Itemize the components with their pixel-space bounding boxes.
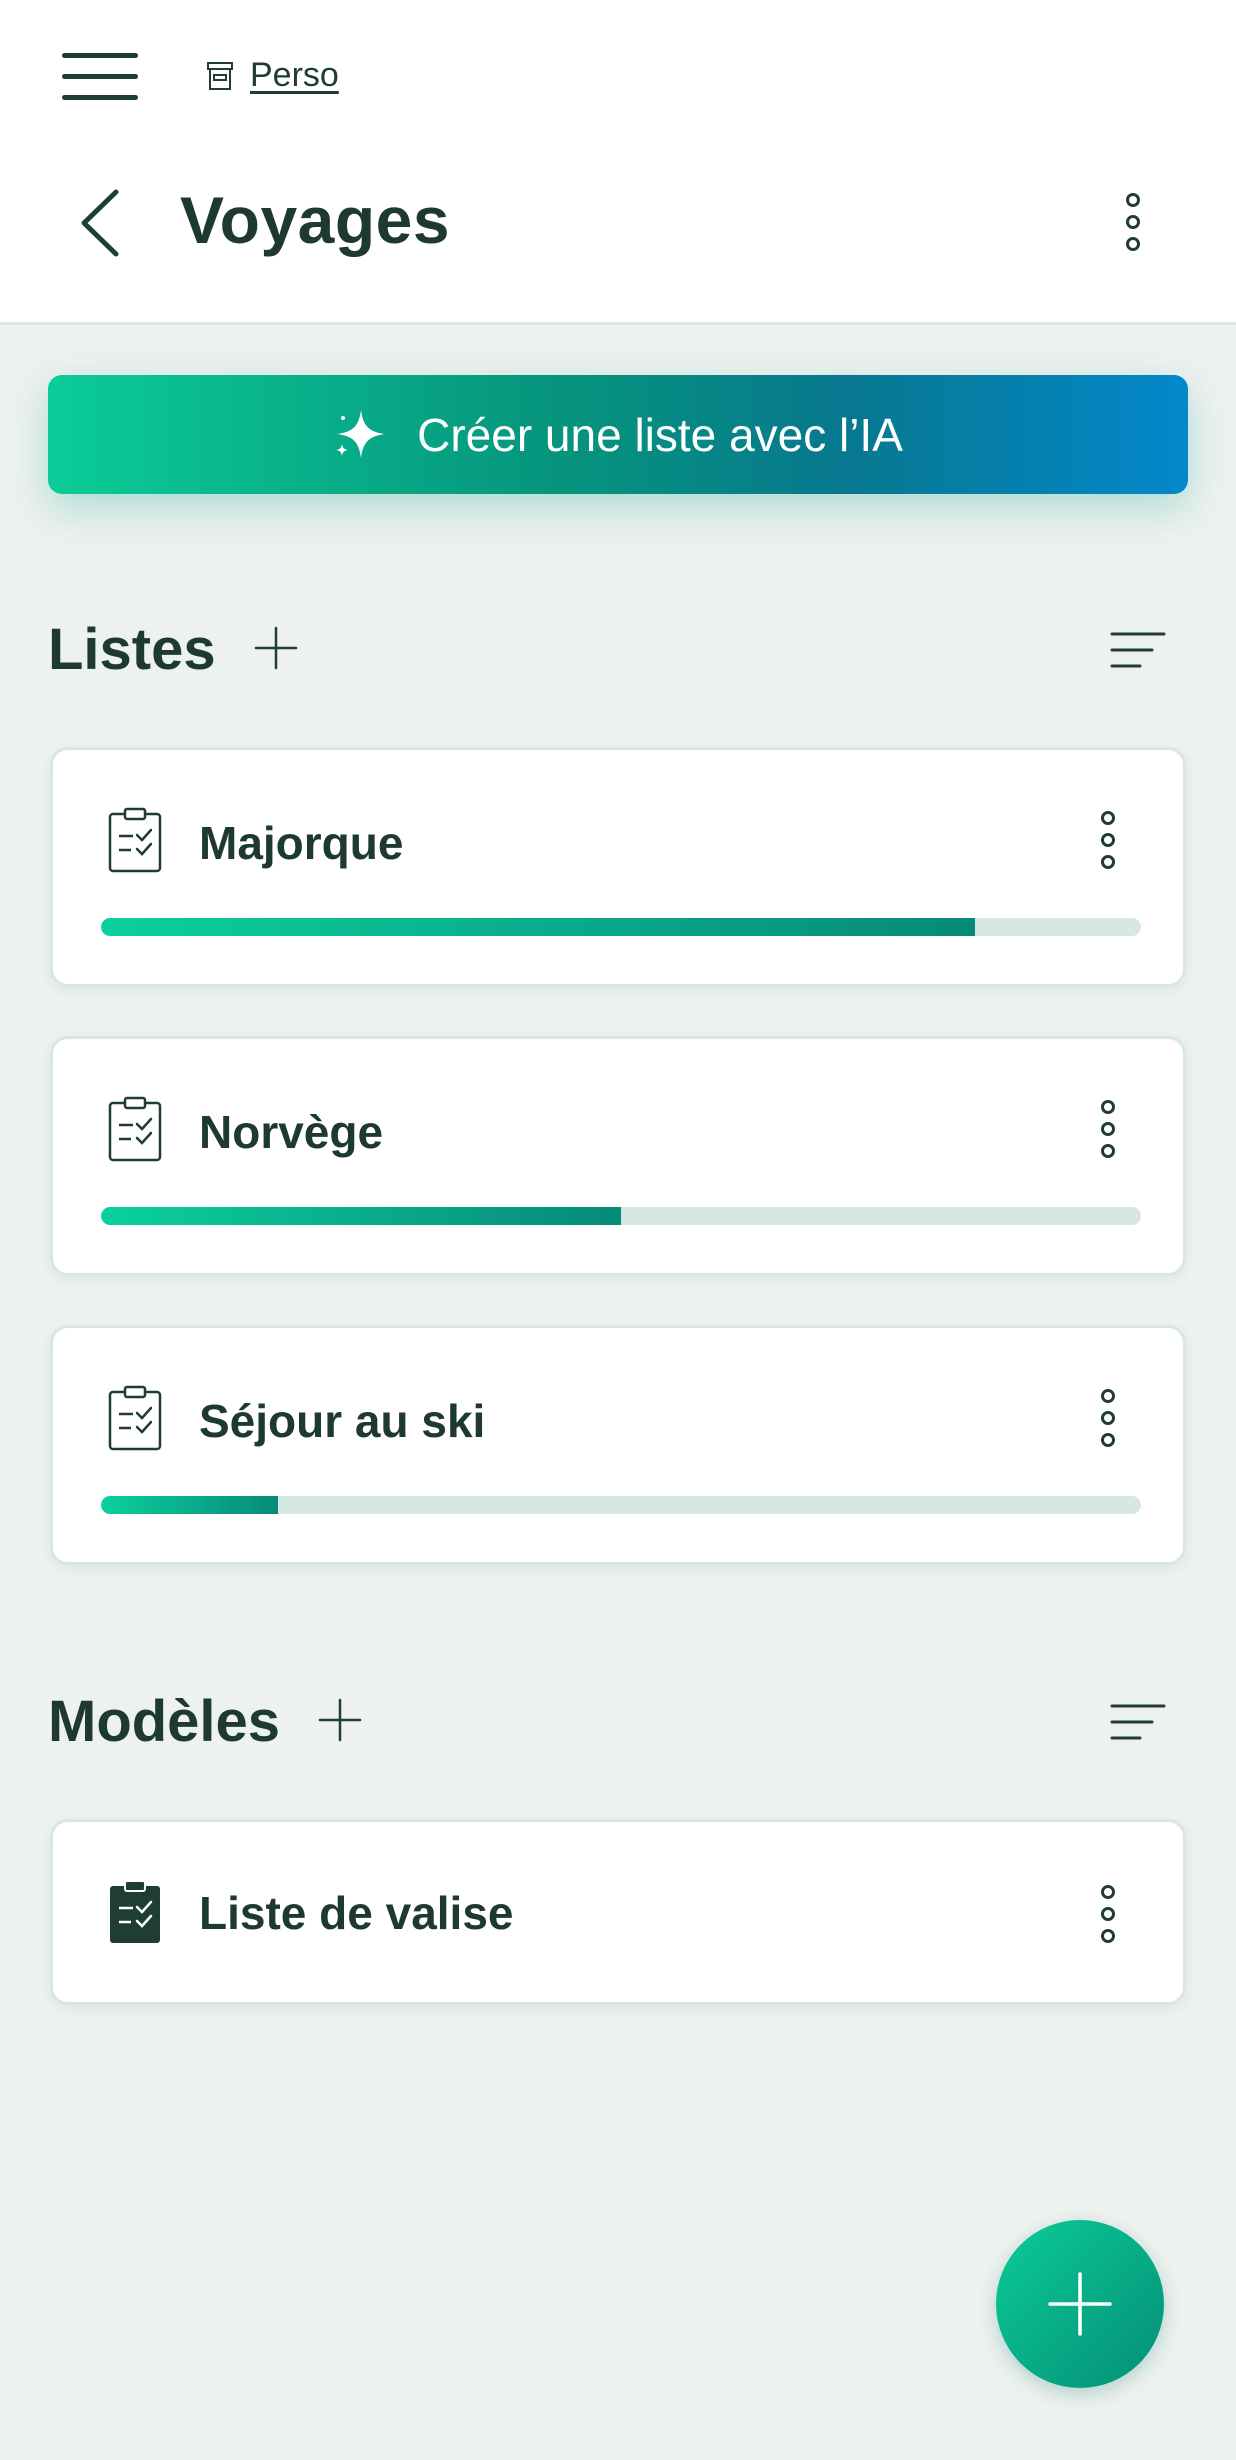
vertical-dots-icon[interactable] [1093, 1884, 1123, 1944]
template-item-title: Liste de valise [199, 1887, 514, 1939]
progress-bar [101, 918, 1141, 936]
plus-icon[interactable] [318, 1698, 362, 1742]
create-list-ai-button[interactable]: Créer une liste avec l’IA [48, 375, 1188, 494]
add-fab-button[interactable] [996, 2220, 1164, 2388]
clipboard-checklist-icon [108, 1096, 162, 1162]
clipboard-checklist-filled-icon [110, 1880, 160, 1943]
page-title: Voyages [180, 183, 451, 257]
list-item[interactable]: Majorque [50, 747, 1186, 987]
breadcrumb[interactable]: Perso [204, 56, 339, 95]
list-item[interactable]: Séjour au ski [50, 1325, 1186, 1565]
progress-bar-fill [101, 1496, 278, 1514]
vertical-dots-icon[interactable] [1093, 1099, 1123, 1159]
plus-icon [1048, 2272, 1112, 2336]
progress-bar-fill [101, 1207, 621, 1225]
vertical-dots-icon[interactable] [1116, 192, 1150, 252]
breadcrumb-label[interactable]: Perso [250, 56, 339, 95]
template-item[interactable]: Liste de valise [50, 1819, 1186, 2005]
plus-icon[interactable] [254, 626, 298, 670]
list-item-title: Séjour au ski [199, 1395, 486, 1447]
sparkle-icon [336, 409, 386, 458]
templates-section-header: Modèles [48, 1680, 1188, 1760]
ai-button-label: Créer une liste avec l’IA [417, 408, 903, 461]
progress-bar-fill [101, 918, 975, 936]
chevron-left-icon[interactable] [74, 186, 124, 260]
vertical-dots-icon[interactable] [1093, 810, 1123, 870]
list-item-title: Norvège [199, 1106, 384, 1158]
lists-section-header: Listes [48, 608, 1188, 688]
list-item[interactable]: Norvège [50, 1036, 1186, 1276]
archive-box-icon [207, 61, 233, 90]
vertical-dots-icon[interactable] [1093, 1388, 1123, 1448]
clipboard-checklist-icon [108, 807, 162, 873]
templates-section-title: Modèles [48, 1689, 281, 1754]
progress-bar [101, 1496, 1141, 1514]
sort-lines-icon[interactable] [1110, 1702, 1166, 1742]
clipboard-checklist-icon [108, 1385, 162, 1451]
progress-bar [101, 1207, 1141, 1225]
sort-lines-icon[interactable] [1110, 630, 1166, 670]
lists-section-title: Listes [48, 617, 216, 682]
hamburger-menu-icon[interactable] [62, 50, 140, 102]
list-item-title: Majorque [199, 817, 404, 869]
top-header: Perso Voyages [0, 0, 1236, 325]
